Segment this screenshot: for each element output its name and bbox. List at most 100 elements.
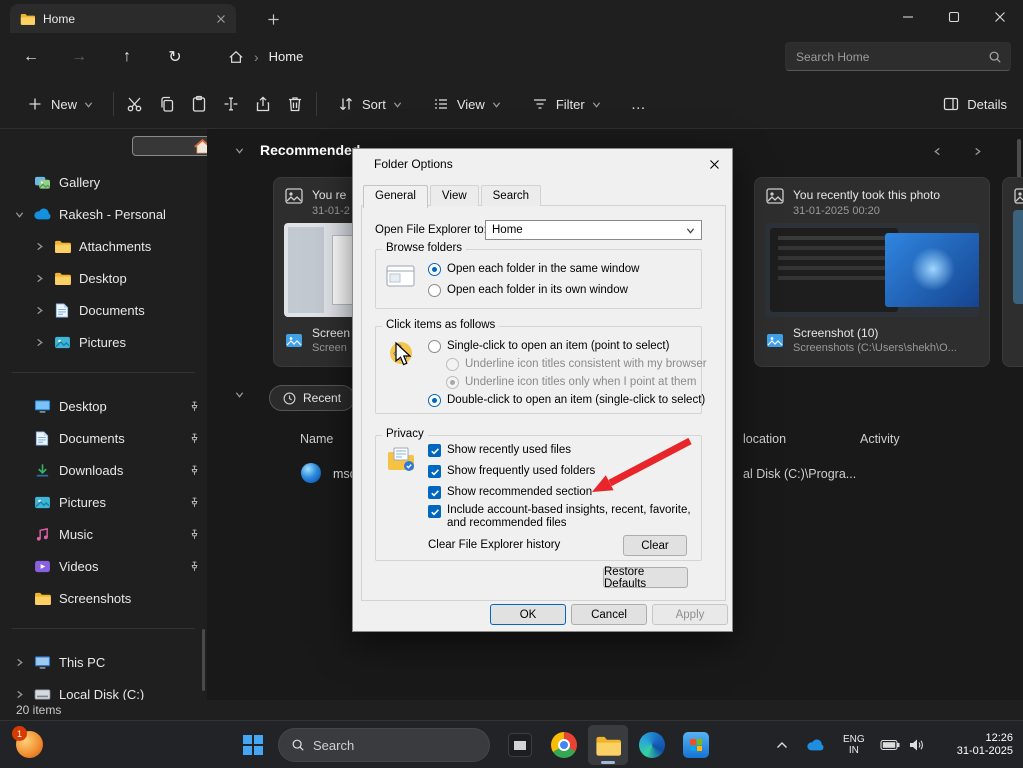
recent-section-header[interactable] <box>235 390 244 399</box>
details-button[interactable]: Details <box>942 95 1007 113</box>
chevron-collapsed-icon[interactable] <box>15 690 24 699</box>
carousel-next-button[interactable] <box>967 141 987 161</box>
sidebar-item-this-pc[interactable]: This PC <box>4 648 200 676</box>
open-to-select[interactable]: Home <box>485 220 702 240</box>
radio-double-click[interactable]: Double-click to open an item (single-cli… <box>428 392 705 408</box>
chevron-down-icon <box>84 100 93 109</box>
tray-overflow-button[interactable] <box>776 721 788 768</box>
taskbar-chrome[interactable] <box>544 725 584 765</box>
chevron-expanded-icon[interactable] <box>235 390 244 399</box>
sidebar-item-onedrive[interactable]: Rakesh - Personal <box>4 200 200 228</box>
widgets-weather-icon[interactable]: 1 <box>16 731 43 758</box>
system-tray-icons[interactable] <box>880 721 926 768</box>
language-indicator[interactable]: ENG IN <box>843 721 865 768</box>
checkbox-show-recommended-section[interactable]: Show recommended section <box>428 484 592 500</box>
restore-defaults-button[interactable]: Restore Defaults <box>603 567 688 588</box>
chevron-expanded-icon[interactable] <box>235 146 244 155</box>
photo-outline-icon <box>766 188 784 204</box>
taskbar-edge[interactable] <box>632 725 672 765</box>
rename-icon[interactable] <box>222 95 240 113</box>
breadcrumb[interactable]: › Home <box>228 49 303 65</box>
forward-button[interactable]: → <box>62 40 96 74</box>
pin-icon <box>189 497 200 508</box>
explorer-search[interactable] <box>785 42 1011 71</box>
sidebar-item-onedrive-documents[interactable]: Documents <box>4 296 200 324</box>
tab-title: Home <box>43 12 208 26</box>
sidebar-item-local-disk[interactable]: Local Disk (C:) <box>4 680 200 700</box>
sidebar-item-attachments[interactable]: Attachments <box>4 232 200 260</box>
taskbar-app-dark[interactable] <box>500 725 540 765</box>
sidebar-scrollbar[interactable] <box>202 629 205 691</box>
close-button[interactable] <box>977 0 1023 33</box>
new-tab-button[interactable] <box>262 8 284 30</box>
dialog-close-button[interactable] <box>702 154 726 174</box>
sidebar-item-music[interactable]: Music <box>4 520 200 548</box>
ok-button[interactable]: OK <box>490 604 566 625</box>
dialog-titlebar[interactable]: Folder Options <box>353 149 732 179</box>
sidebar-item-pictures[interactable]: Pictures <box>4 488 200 516</box>
view-button[interactable]: View <box>424 89 509 119</box>
sort-button[interactable]: Sort <box>329 89 410 119</box>
explorer-tab[interactable]: Home <box>10 4 236 33</box>
chevron-expanded-icon[interactable] <box>15 210 24 219</box>
copy-icon[interactable] <box>158 95 176 113</box>
taskbar-search[interactable] <box>278 728 490 762</box>
search-input[interactable] <box>796 50 988 64</box>
chevron-collapsed-icon[interactable] <box>35 242 44 251</box>
column-header-activity[interactable]: Activity <box>860 432 900 446</box>
tab-close-icon[interactable] <box>216 14 226 24</box>
paste-icon[interactable] <box>190 95 208 113</box>
sidebar-item-videos[interactable]: Videos <box>4 552 200 580</box>
refresh-button[interactable]: ↻ <box>158 40 192 74</box>
back-button[interactable]: ← <box>14 40 48 74</box>
sidebar-item-documents[interactable]: Documents <box>4 424 200 452</box>
recommended-card[interactable] <box>1002 177 1023 367</box>
sidebar-item-downloads[interactable]: Downloads <box>4 456 200 484</box>
chevron-collapsed-icon[interactable] <box>35 338 44 347</box>
up-button[interactable]: ↑ <box>110 40 144 74</box>
carousel-prev-button[interactable] <box>927 141 947 161</box>
clear-button[interactable]: Clear <box>623 535 687 556</box>
minimize-button[interactable] <box>885 0 931 33</box>
share-icon[interactable] <box>254 95 272 113</box>
radio-own-window[interactable]: Open each folder in its own window <box>428 282 628 298</box>
taskbar-search-input[interactable] <box>313 738 489 753</box>
apply-button[interactable]: Apply <box>652 604 728 625</box>
tab-general[interactable]: General <box>363 185 428 208</box>
checkbox-recently-used-files[interactable]: Show recently used files <box>428 442 571 458</box>
tab-view[interactable]: View <box>430 185 479 206</box>
delete-icon[interactable] <box>286 95 304 113</box>
tab-search[interactable]: Search <box>481 185 541 206</box>
breadcrumb-home[interactable]: Home <box>269 49 304 64</box>
column-header-name[interactable]: Name <box>300 432 333 446</box>
checkbox-account-insights[interactable]: Include account-based insights, recent, … <box>428 504 695 530</box>
radio-same-window[interactable]: Open each folder in the same window <box>428 261 639 277</box>
recommended-section-header[interactable]: Recommended <box>235 142 360 158</box>
sidebar-item-desktop[interactable]: Desktop <box>4 392 200 420</box>
start-button[interactable] <box>233 725 273 765</box>
tray-onedrive[interactable] <box>806 721 824 768</box>
checkbox-frequently-used-folders[interactable]: Show frequently used folders <box>428 463 595 479</box>
more-options-button[interactable]: … <box>631 96 647 113</box>
sidebar-item-gallery[interactable]: Gallery <box>4 168 200 196</box>
sidebar-item-onedrive-pictures[interactable]: Pictures <box>4 328 200 356</box>
sidebar-item-onedrive-desktop[interactable]: Desktop <box>4 264 200 292</box>
sidebar-item-home[interactable]: Home <box>132 136 207 156</box>
clock[interactable]: 12:26 31-01-2025 <box>957 721 1013 768</box>
new-button[interactable]: New <box>18 89 101 119</box>
column-header-location[interactable]: location <box>743 432 786 446</box>
recent-filter-pill[interactable]: Recent <box>269 385 355 411</box>
pin-icon <box>189 433 200 444</box>
cancel-button[interactable]: Cancel <box>571 604 647 625</box>
cut-icon[interactable] <box>126 95 144 113</box>
radio-single-click[interactable]: Single-click to open an item (point to s… <box>428 338 669 354</box>
maximize-button[interactable] <box>931 0 977 33</box>
taskbar-store[interactable] <box>676 725 716 765</box>
taskbar-file-explorer[interactable] <box>588 725 628 765</box>
chevron-collapsed-icon[interactable] <box>15 658 24 667</box>
filter-button[interactable]: Filter <box>523 89 609 119</box>
sidebar-item-screenshots[interactable]: Screenshots <box>4 584 200 612</box>
chevron-collapsed-icon[interactable] <box>35 306 44 315</box>
chevron-collapsed-icon[interactable] <box>35 274 44 283</box>
recommended-card[interactable]: You recently took this photo 31-01-2025 … <box>754 177 990 367</box>
